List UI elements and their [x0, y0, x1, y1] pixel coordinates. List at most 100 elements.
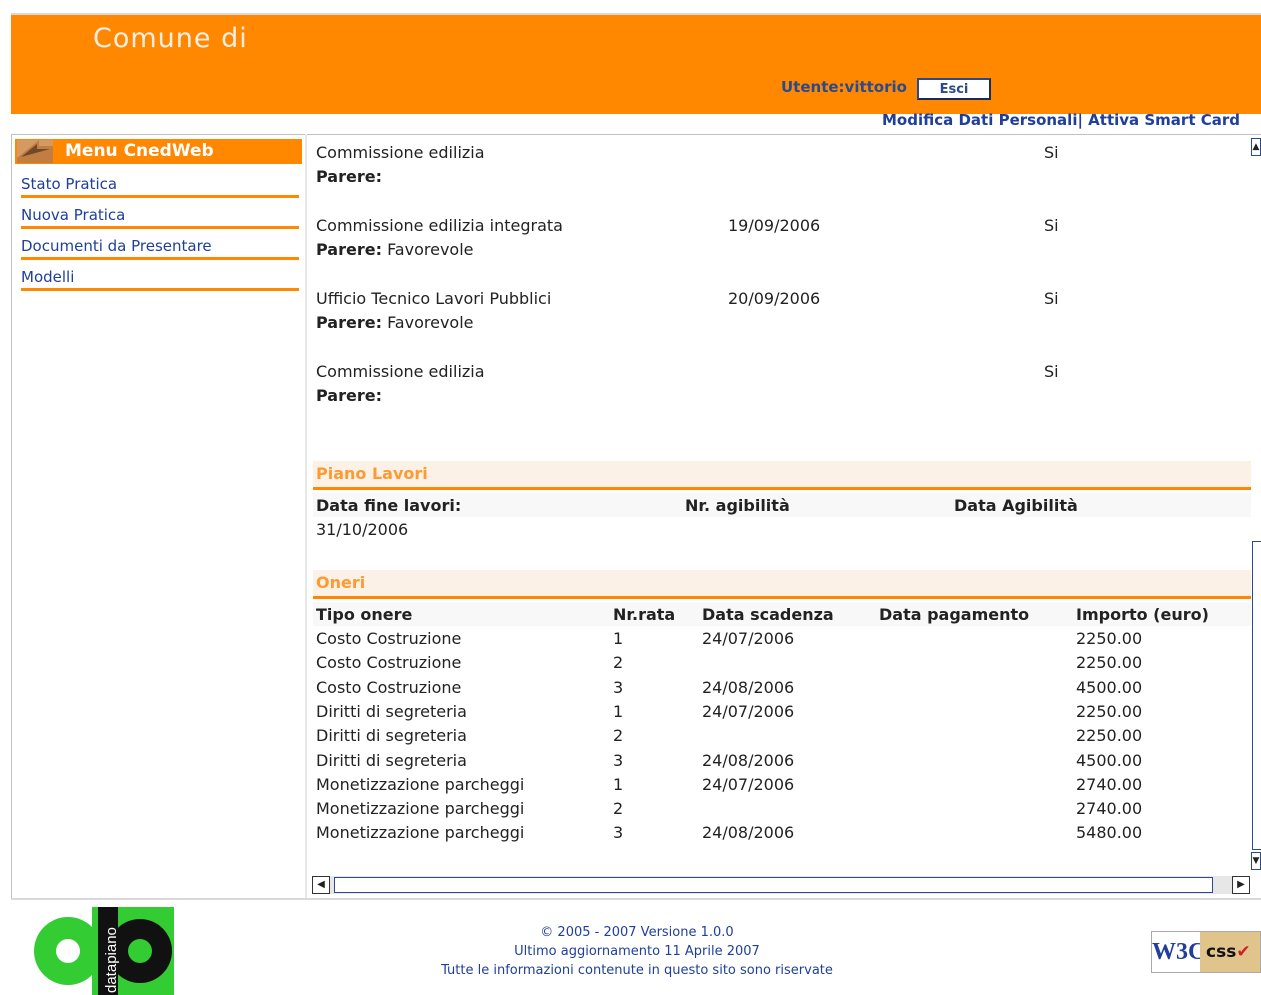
- column-tipo-onere: Tipo onere: [316, 605, 413, 624]
- oneri-cell: 2740.00: [1076, 799, 1143, 819]
- oneri-cell: Diritti di segreteria: [316, 750, 467, 770]
- footer-divider: [11, 898, 1261, 900]
- piano-lavori-header: Piano Lavori: [313, 461, 1251, 490]
- content-frame: Commissione edilizia Si Parere: Commissi…: [307, 134, 1261, 898]
- parere-row: Parere:: [316, 167, 382, 186]
- horizontal-scrollbar[interactable]: ◀ ▶: [312, 876, 1250, 894]
- oneri-cell: 2250.00: [1076, 726, 1143, 746]
- menu-title: Menu CnedWeb: [65, 141, 214, 161]
- oneri-cell: 24/07/2006: [702, 701, 795, 721]
- data-fine-lavori-value: 31/10/2006: [316, 520, 409, 539]
- parere-name: Ufficio Tecnico Lavori Pubblici: [316, 289, 552, 308]
- arrow-up-icon[interactable]: ▲: [1251, 138, 1261, 156]
- oneri-cell: 24/07/2006: [702, 774, 795, 794]
- oneri-cell: 4500.00: [1076, 677, 1143, 697]
- oneri-cell: 1: [613, 701, 624, 721]
- parere-date: 20/09/2006: [728, 289, 821, 308]
- oneri-cell: 24/08/2006: [702, 823, 795, 843]
- parere-flag: Si: [1044, 362, 1059, 381]
- oneri-cell: 3: [613, 750, 624, 770]
- oneri-cell: Costo Costruzione: [316, 629, 462, 648]
- parere-label: Parere:: [316, 313, 382, 332]
- oneri-cell: 1: [613, 629, 624, 648]
- data-agibilita-label: Data Agibilità: [954, 496, 1078, 515]
- page-header: Comune di Utente:vittorio Esci: [11, 13, 1261, 114]
- parere-flag: Si: [1044, 216, 1059, 235]
- top-links: Modifica Dati Personali| Attiva Smart Ca…: [882, 111, 1240, 129]
- parere-label: Parere:: [316, 240, 382, 259]
- parere-name: Commissione edilizia: [316, 143, 485, 162]
- arrow-left-icon[interactable]: ◀: [312, 876, 330, 894]
- footer-text: © 2005 - 2007 Versione 1.0.0 Ultimo aggi…: [380, 923, 894, 980]
- column-importo: Importo (euro): [1076, 605, 1209, 624]
- left-menu-frame: Menu CnedWeb Stato Pratica Nuova Pratica…: [11, 134, 305, 898]
- arrow-down-icon[interactable]: ▼: [1251, 852, 1261, 870]
- oneri-cell: 24/08/2006: [702, 677, 795, 697]
- oneri-cell: Diritti di segreteria: [316, 701, 467, 721]
- oneri-cell: Monetizzazione parcheggi: [316, 823, 525, 843]
- logout-button[interactable]: Esci: [917, 78, 991, 100]
- oneri-cell: 2250.00: [1076, 701, 1143, 721]
- datapiano-logo: datapiano: [32, 907, 175, 995]
- parere-value: Favorevole: [381, 313, 474, 332]
- piano-lavori-title: Piano Lavori: [316, 464, 428, 483]
- parere-name: Commissione edilizia integrata: [316, 216, 563, 235]
- menu-header: Menu CnedWeb: [15, 139, 302, 164]
- parere-value: Favorevole: [381, 240, 474, 259]
- footer-rights: Tutte le informazioni contenute in quest…: [441, 963, 833, 978]
- oneri-cell: 24/07/2006: [702, 629, 795, 648]
- oneri-cell: 24/08/2006: [702, 750, 795, 770]
- column-nr-rata: Nr.rata: [613, 605, 676, 624]
- data-fine-lavori-label: Data fine lavori:: [316, 496, 462, 515]
- oneri-cell: 2740.00: [1076, 774, 1143, 794]
- menu-item-modelli[interactable]: Modelli: [21, 268, 299, 291]
- parere-flag: Si: [1044, 289, 1059, 308]
- oneri-cell: Diritti di segreteria: [316, 726, 467, 746]
- menu-item-nuova-pratica[interactable]: Nuova Pratica: [21, 206, 299, 229]
- oneri-cell: 4500.00: [1076, 750, 1143, 770]
- oneri-cell: 3: [613, 677, 624, 697]
- parere-label: Parere:: [316, 386, 382, 405]
- edit-profile-link[interactable]: Modifica Dati Personali|: [882, 111, 1083, 129]
- oneri-cell: 5480.00: [1076, 823, 1143, 843]
- oneri-cell: 2250.00: [1076, 653, 1143, 673]
- oneri-cell: Costo Costruzione: [316, 677, 462, 697]
- user-label: Utente:vittorio: [781, 78, 907, 96]
- menu-item-documenti[interactable]: Documenti da Presentare: [21, 237, 299, 260]
- activate-smartcard-link[interactable]: Attiva Smart Card: [1083, 111, 1240, 129]
- w3c-css-badge[interactable]: W3C css✔: [1151, 931, 1261, 973]
- parere-row: Parere: Favorevole: [316, 313, 473, 332]
- oneri-cell: 2: [613, 799, 624, 819]
- footer-copyright: © 2005 - 2007 Versione 1.0.0: [540, 925, 734, 940]
- oneri-cell: Monetizzazione parcheggi: [316, 774, 525, 794]
- column-data-pagamento: Data pagamento: [879, 605, 1030, 624]
- column-data-scadenza: Data scadenza: [702, 605, 834, 624]
- site-title: Comune di: [93, 23, 248, 54]
- logo-text: datapiano: [103, 927, 120, 993]
- checkmark-icon: ✔: [1236, 942, 1251, 962]
- parere-row: Parere: Favorevole: [316, 240, 473, 259]
- oneri-cell: 2: [613, 653, 624, 673]
- parere-date: 19/09/2006: [728, 216, 821, 235]
- css-label: css✔: [1200, 932, 1260, 972]
- parere-row: Parere:: [316, 386, 382, 405]
- w3c-logo: W3C: [1152, 932, 1205, 972]
- oneri-title: Oneri: [316, 573, 366, 592]
- parere-label: Parere:: [316, 167, 382, 186]
- menu-item-stato-pratica[interactable]: Stato Pratica: [21, 175, 299, 198]
- arrow-right-icon[interactable]: ▶: [1232, 876, 1250, 894]
- footer-updated: Ultimo aggiornamento 11 Aprile 2007: [514, 944, 760, 959]
- oneri-cell: 2250.00: [1076, 629, 1143, 648]
- oneri-cell: Monetizzazione parcheggi: [316, 799, 525, 819]
- parere-name: Commissione edilizia: [316, 362, 485, 381]
- parere-flag: Si: [1044, 143, 1059, 162]
- horizontal-scroll-thumb[interactable]: [334, 877, 1213, 893]
- vertical-scroll-thumb[interactable]: [1252, 541, 1261, 850]
- back-arrow-icon[interactable]: [17, 140, 53, 163]
- oneri-header: Oneri: [313, 570, 1251, 599]
- nr-agibilita-label: Nr. agibilità: [685, 496, 790, 515]
- oneri-cell: 3: [613, 823, 624, 843]
- oneri-cell: Costo Costruzione: [316, 653, 462, 673]
- oneri-cell: 2: [613, 726, 624, 746]
- oneri-cell: 1: [613, 774, 624, 794]
